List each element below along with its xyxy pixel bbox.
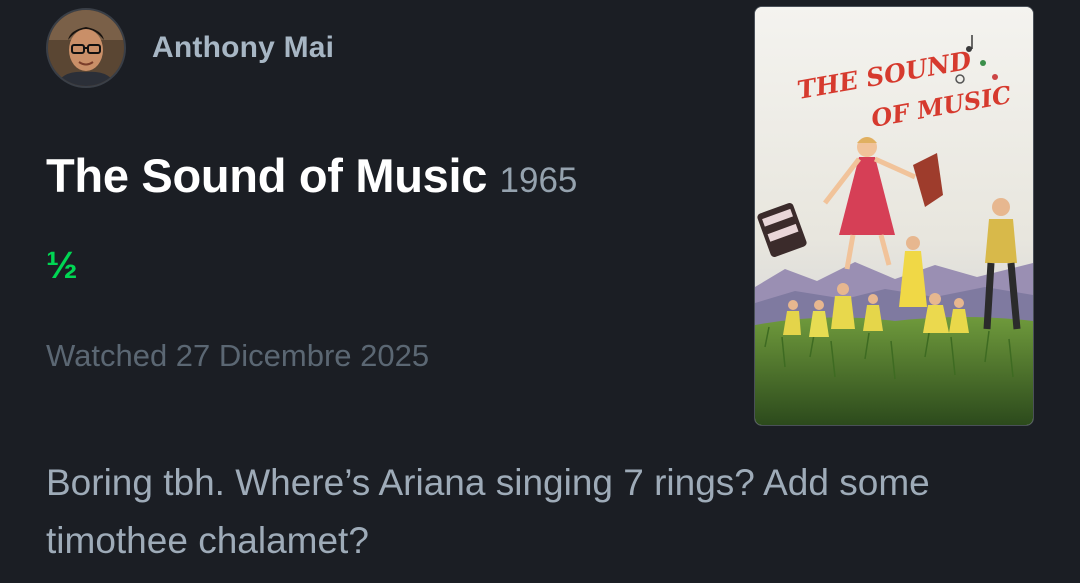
review-text: Boring tbh. Where’s Ariana singing 7 rin…: [46, 462, 930, 561]
review-card: Anthony Mai The Sound of Music 1965 ½ Wa…: [0, 0, 1080, 583]
film-heading: The Sound of Music 1965: [46, 148, 577, 203]
poster-artwork: THE SOUND OF MUSIC: [755, 7, 1033, 425]
film-title[interactable]: The Sound of Music: [46, 149, 487, 202]
film-year[interactable]: 1965: [500, 161, 578, 200]
author-link[interactable]: Anthony Mai: [46, 8, 334, 88]
film-poster[interactable]: THE SOUND OF MUSIC: [754, 6, 1034, 426]
star-rating: ½: [46, 245, 78, 287]
avatar[interactable]: [46, 8, 126, 88]
watched-date: Watched 27 Dicembre 2025: [46, 338, 430, 373]
author-name[interactable]: Anthony Mai: [152, 31, 334, 65]
avatar-photo: [48, 10, 124, 86]
